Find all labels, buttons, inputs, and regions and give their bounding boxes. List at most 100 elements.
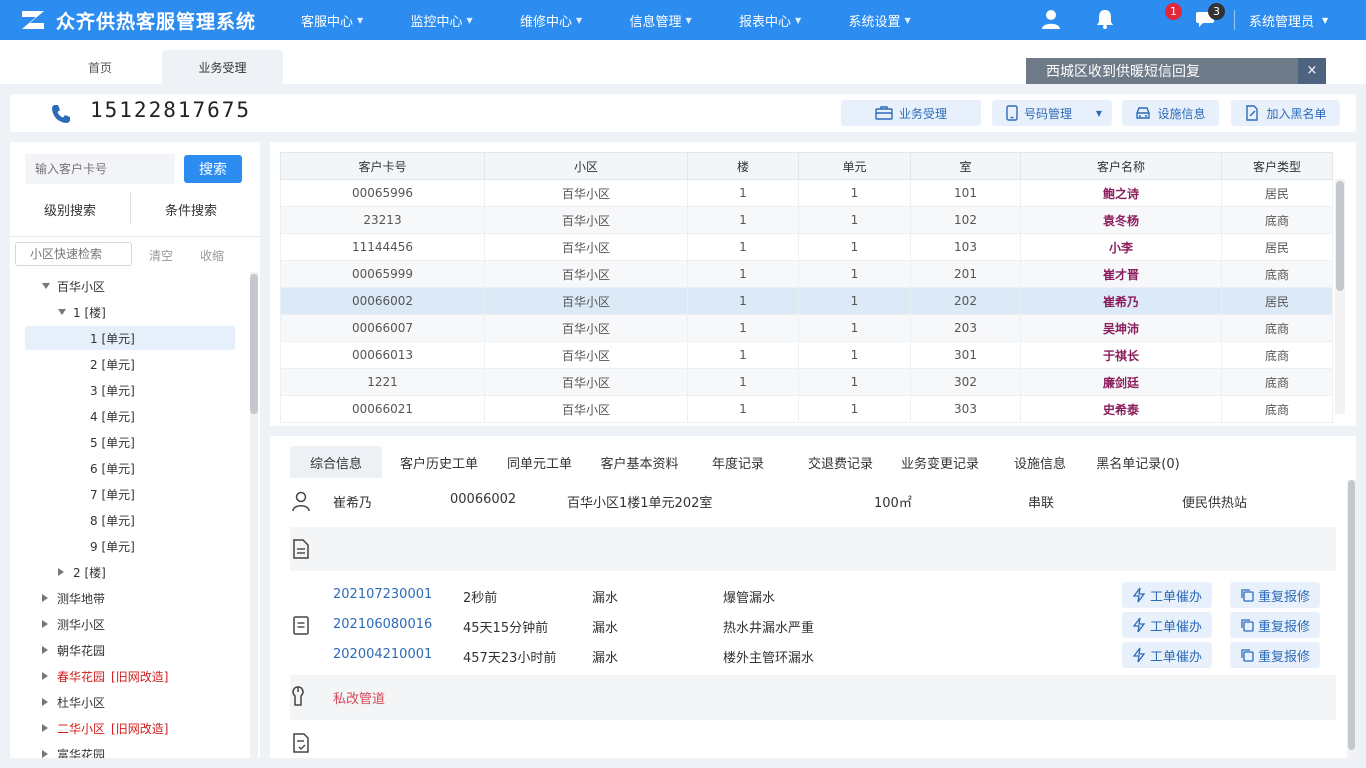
tree-node[interactable]: 2 [楼] [58,560,106,584]
caret-right-icon[interactable] [42,672,48,680]
repeat-repair-button[interactable]: 重复报修 [1230,582,1320,608]
column-header[interactable]: 客户名称 [1020,152,1222,180]
urge-order-button[interactable]: 工单催办 [1122,642,1212,668]
add-to-blacklist-button[interactable]: 加入黑名单 [1231,100,1340,126]
tab-facility-info[interactable]: 设施信息 [1005,446,1075,478]
table-row[interactable]: 23213 百华小区 1 1 102 袁冬杨 底商 [280,206,1333,234]
collapse-link[interactable]: 收缩 [200,247,224,264]
chevron-down-icon: ▼ [685,15,692,25]
tab-payment-records[interactable]: 交退费记录 [798,446,883,478]
tree-node[interactable]: 杜华小区 [42,690,105,714]
table-row[interactable]: 00065999 百华小区 1 1 201 崔才晋 底商 [280,260,1333,288]
scrollbar-thumb[interactable] [250,274,258,414]
table-row[interactable]: 00065996 百华小区 1 1 101 鲍之诗 居民 [280,179,1333,207]
tree-node[interactable]: 1 [单元] [25,326,235,350]
column-header[interactable]: 单元 [798,152,911,180]
tree-node-label: 富华花园 [57,747,106,759]
tab-same-unit-orders[interactable]: 同单元工单 [497,446,582,478]
scrollbar-thumb[interactable] [1336,181,1344,291]
work-order-id[interactable]: 202004210001 [333,647,432,662]
caret-right-icon[interactable] [42,646,48,654]
urge-order-button[interactable]: 工单催办 [1122,582,1212,608]
column-header[interactable]: 室 [910,152,1021,180]
column-header[interactable]: 楼 [687,152,799,180]
table-cell: 202 [910,287,1021,315]
button-label: 业务受理 [898,106,947,121]
tab-customer-basic-info[interactable]: 客户基本资料 [593,446,686,478]
search-button[interactable]: 搜索 [184,155,242,183]
chevron-down-icon: ▼ [357,15,364,25]
tab-level-search[interactable]: 级别搜索 [10,194,130,224]
table-scrollbar[interactable] [1335,179,1345,414]
nav-service-center[interactable]: 客服中心 ▼ [301,0,411,40]
caret-right-icon[interactable] [58,568,64,576]
detail-scrollbar[interactable] [1347,480,1356,758]
table-row[interactable]: 00066021 百华小区 1 1 303 史希泰 底商 [280,395,1333,423]
tab-annual-records[interactable]: 年度记录 [703,446,773,478]
tab-condition-search[interactable]: 条件搜索 [131,194,251,224]
tree-node[interactable]: 百华小区 [42,274,105,298]
tree-node[interactable]: 二华小区 [旧网改造] [42,716,168,740]
caret-down-icon[interactable] [42,283,50,289]
tree-node[interactable]: 3 [单元] [90,378,135,402]
scrollbar-thumb[interactable] [1348,480,1355,750]
table-row[interactable]: 1221 百华小区 1 1 302 廉剑廷 底商 [280,368,1333,396]
business-handling-button[interactable]: 业务受理 [841,100,981,126]
tree-node[interactable]: 春华花园 [旧网改造] [42,664,168,688]
column-header[interactable]: 客户卡号 [280,152,485,180]
caret-down-icon[interactable] [58,309,66,315]
tree-scrollbar[interactable] [250,272,258,758]
tree-node[interactable]: 9 [单元] [90,534,135,558]
table-row[interactable]: 00066013 百华小区 1 1 301 于祺长 底商 [280,341,1333,369]
column-header[interactable]: 小区 [484,152,688,180]
tree-node[interactable]: 2 [单元] [90,352,135,376]
tab-label: 业务受理 [198,60,247,75]
tab-customer-history-orders[interactable]: 客户历史工单 [393,446,485,478]
tree-node[interactable]: 1 [楼] [58,300,106,324]
repeat-repair-button[interactable]: 重复报修 [1230,612,1320,638]
clear-link[interactable]: 清空 [149,247,173,264]
work-order-id[interactable]: 202106080016 [333,617,432,632]
user-icon[interactable] [1040,8,1062,30]
customer-card-input[interactable] [25,154,175,184]
urge-order-button[interactable]: 工单催办 [1122,612,1212,638]
table-row[interactable]: 00066007 百华小区 1 1 203 吴坤沛 底商 [280,314,1333,342]
tree-node-label: 杜华小区 [57,695,106,710]
tab-home[interactable]: 首页 [40,50,160,84]
tree-node[interactable]: 富华花园 [42,742,105,758]
nav-report-center[interactable]: 报表中心 ▼ [739,0,849,40]
tree-node[interactable]: 6 [单元] [90,456,135,480]
table-cell: 1 [687,341,799,369]
number-management-dropdown[interactable]: 号码管理 ▼ [992,100,1112,126]
repeat-repair-button[interactable]: 重复报修 [1230,642,1320,668]
nav-monitor-center[interactable]: 监控中心 ▼ [411,0,521,40]
tab-blacklist-records[interactable]: 黑名单记录(0) [1092,446,1184,478]
caret-right-icon[interactable] [42,724,48,732]
tab-business-change-records[interactable]: 业务变更记录 [894,446,986,478]
work-order-id[interactable]: 202107230001 [333,587,432,602]
caret-right-icon[interactable] [42,620,48,628]
table-row[interactable]: 11144456 百华小区 1 1 103 小李 居民 [280,233,1333,261]
tree-node[interactable]: 8 [单元] [90,508,135,532]
table-row[interactable]: 00066002 百华小区 1 1 202 崔希乃 居民 [280,287,1333,315]
tree-node[interactable]: 测华小区 [42,612,105,636]
close-icon[interactable]: × [1298,58,1326,84]
tab-business-handling[interactable]: 业务受理 [162,50,283,84]
tree-node[interactable]: 4 [单元] [90,404,135,428]
column-header[interactable]: 客户类型 [1221,152,1333,180]
nav-info-management[interactable]: 信息管理 ▼ [630,0,740,40]
tree-node[interactable]: 5 [单元] [90,430,135,454]
caret-right-icon[interactable] [42,594,48,602]
nav-system-settings[interactable]: 系统设置 ▼ [849,0,959,40]
nav-repair-center[interactable]: 维修中心 ▼ [520,0,630,40]
caret-right-icon[interactable] [42,750,48,758]
tab-summary[interactable]: 综合信息 [290,446,382,478]
user-menu[interactable]: 系统管理员 ▼ [1234,10,1328,30]
tree-node[interactable]: 测华地带 [42,586,105,610]
tree-node[interactable]: 朝华花园 [42,638,105,662]
caret-right-icon[interactable] [42,698,48,706]
tree-node[interactable]: 7 [单元] [90,482,135,506]
facility-info-button[interactable]: 设施信息 [1122,100,1219,126]
bell-icon[interactable] [1094,8,1116,30]
community-quick-search-input[interactable] [15,242,132,266]
